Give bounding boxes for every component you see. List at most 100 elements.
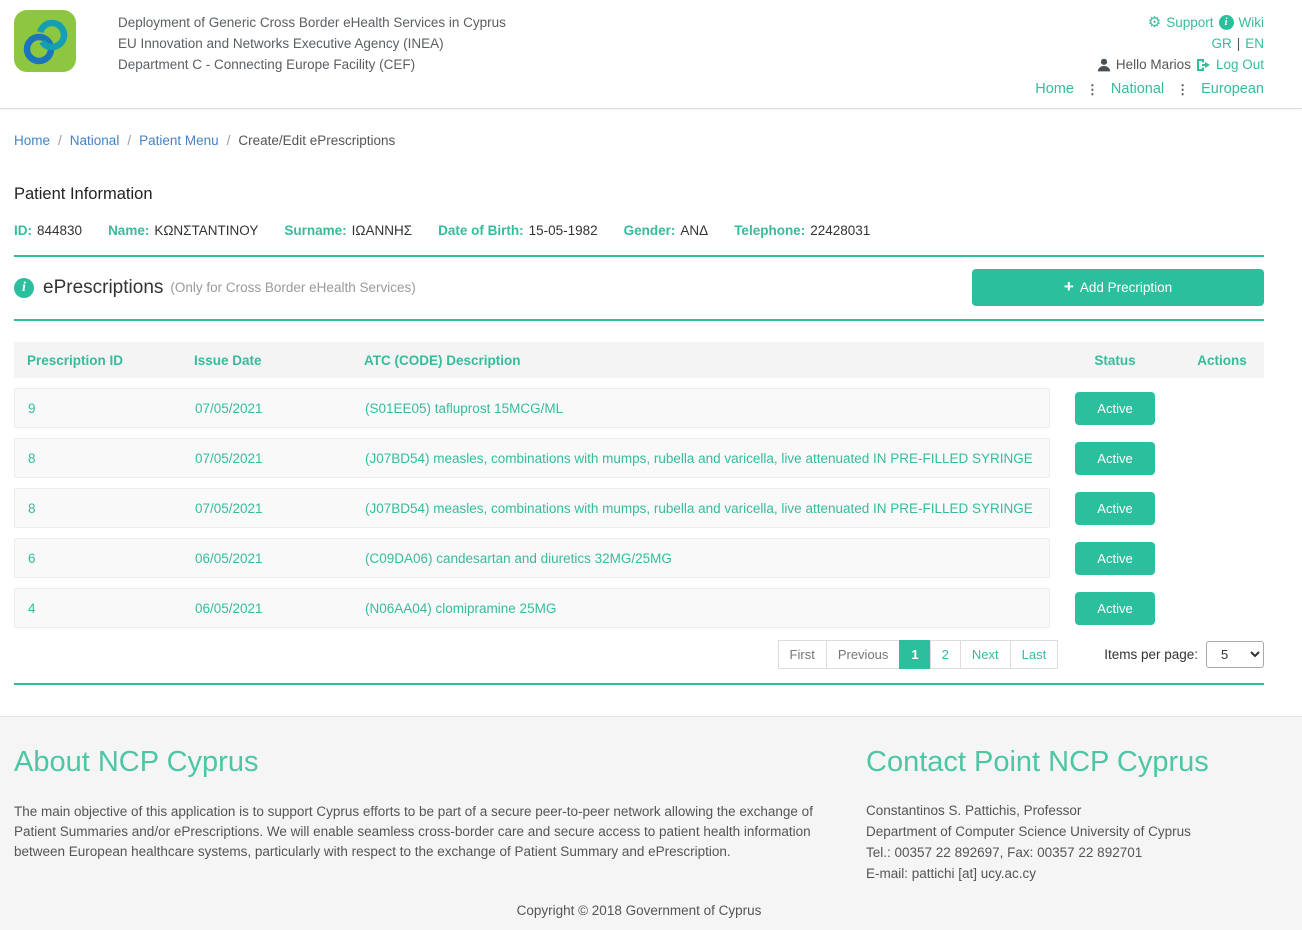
cell-status: Active	[1050, 392, 1180, 425]
breadcrumb-separator: /	[127, 133, 131, 148]
cell-issue-date: 06/05/2021	[195, 551, 365, 566]
org-line-2: EU Innovation and Networks Executive Age…	[118, 33, 506, 54]
patient-field-gender: Gender: ΑΝΔ	[624, 223, 709, 238]
status-button[interactable]: Active	[1075, 542, 1155, 575]
nav-national-link[interactable]: National	[1111, 79, 1164, 100]
table-row-main: 9 07/05/2021 (S01EE05) tafluprost 15MCG/…	[14, 388, 1050, 428]
org-line-3: Department C - Connecting Europe Facilit…	[118, 54, 506, 75]
eprescriptions-title: ePrescriptions	[43, 277, 163, 299]
breadcrumb-national[interactable]: National	[70, 133, 120, 148]
pagination-previous-button[interactable]: Previous	[826, 640, 901, 669]
contact-line-department: Department of Computer Science Universit…	[866, 821, 1264, 842]
vertical-dots-icon: ⋮	[1176, 79, 1189, 100]
field-value: ΑΝΔ	[680, 223, 708, 238]
items-per-page-select[interactable]: 5	[1206, 641, 1264, 668]
status-button[interactable]: Active	[1075, 492, 1155, 525]
cell-prescription-id: 8	[15, 501, 195, 516]
logout-link[interactable]: Log Out	[1216, 54, 1264, 75]
ncp-cyprus-logo	[14, 10, 76, 72]
nav-european-link[interactable]: European	[1201, 79, 1264, 100]
support-link[interactable]: Support	[1166, 12, 1213, 33]
language-switch: GR | EN	[1035, 33, 1264, 54]
cell-description: (J07BD54) measles, combinations with mum…	[365, 501, 1049, 516]
about-text: The main objective of this application i…	[14, 802, 822, 862]
table-row: 9 07/05/2021 (S01EE05) tafluprost 15MCG/…	[14, 388, 1264, 428]
org-title-block: Deployment of Generic Cross Border eHeal…	[118, 10, 506, 75]
contact-block: Constantinos S. Pattichis, Professor Dep…	[866, 800, 1264, 884]
field-value: 15-05-1982	[529, 223, 598, 238]
column-header-prescription-id: Prescription ID	[14, 353, 194, 368]
status-button[interactable]: Active	[1075, 442, 1155, 475]
cell-prescription-id: 8	[15, 451, 195, 466]
cell-description: (S01EE05) tafluprost 15MCG/ML	[365, 401, 1049, 416]
status-button[interactable]: Active	[1075, 392, 1155, 425]
field-label: Date of Birth:	[438, 223, 524, 238]
lang-gr-link[interactable]: GR	[1211, 33, 1231, 54]
table-row: 4 06/05/2021 (N06AA04) clomipramine 25MG…	[14, 588, 1264, 628]
pagination-next-button[interactable]: Next	[960, 640, 1011, 669]
table-row-main: 8 07/05/2021 (J07BD54) measles, combinat…	[14, 488, 1050, 528]
field-label: Gender:	[624, 223, 676, 238]
column-header-atc-description: ATC (CODE) Description	[364, 353, 1050, 368]
cell-status: Active	[1050, 492, 1180, 525]
footer-contact: Contact Point NCP Cyprus Constantinos S.…	[866, 731, 1264, 884]
logout-icon	[1196, 58, 1211, 72]
contact-line-person: Constantinos S. Pattichis, Professor	[866, 800, 1264, 821]
field-label: Telephone:	[734, 223, 805, 238]
contact-title: Contact Point NCP Cyprus	[866, 746, 1264, 779]
pagination-last-button[interactable]: Last	[1010, 640, 1059, 669]
gear-icon: ⚙	[1148, 15, 1161, 30]
info-icon: i	[1219, 15, 1234, 30]
pagination-page-1-button[interactable]: 1	[899, 640, 930, 669]
field-value: 844830	[37, 223, 82, 238]
cell-prescription-id: 4	[15, 601, 195, 616]
field-value: ΚΩΝΣΤΑΝΤΙΝΟΥ	[154, 223, 258, 238]
patient-field-surname: Surname: ΙΩΑΝΝΗΣ	[284, 223, 412, 238]
cell-status: Active	[1050, 592, 1180, 625]
cell-issue-date: 06/05/2021	[195, 601, 365, 616]
header-utility-links: ⚙ Support i Wiki GR | EN Hello Marios Lo…	[1035, 10, 1264, 100]
patient-field-id: ID: 844830	[14, 223, 82, 238]
cell-issue-date: 07/05/2021	[195, 501, 365, 516]
breadcrumb-home[interactable]: Home	[14, 133, 50, 148]
user-line: Hello Marios Log Out	[1035, 54, 1264, 75]
logo-icon	[14, 10, 76, 72]
field-label: ID:	[14, 223, 32, 238]
nav-home-link[interactable]: Home	[1035, 79, 1074, 100]
cell-status: Active	[1050, 442, 1180, 475]
top-nav: Home ⋮ National ⋮ European	[1035, 79, 1264, 100]
table-row: 6 06/05/2021 (C09DA06) candesartan and d…	[14, 538, 1264, 578]
add-prescription-label: Add Precription	[1080, 280, 1172, 295]
patient-field-name: Name: ΚΩΝΣΤΑΝΤΙΝΟΥ	[108, 223, 258, 238]
prescriptions-table: Prescription ID Issue Date ATC (CODE) De…	[14, 342, 1264, 628]
field-value: ΙΩΑΝΝΗΣ	[352, 223, 412, 238]
column-header-status: Status	[1050, 353, 1180, 368]
main-content: Home / National / Patient Menu / Create/…	[0, 109, 1302, 685]
wiki-link[interactable]: Wiki	[1239, 12, 1265, 33]
contact-line-email: E-mail: pattichi [at] ucy.ac.cy	[866, 863, 1264, 884]
table-row-main: 4 06/05/2021 (N06AA04) clomipramine 25MG	[14, 588, 1050, 628]
pagination-controls: First Previous 1 2 Next Last	[779, 640, 1059, 669]
pagination-page-2-button[interactable]: 2	[930, 640, 961, 669]
status-button[interactable]: Active	[1075, 592, 1155, 625]
lang-en-link[interactable]: EN	[1245, 33, 1264, 54]
pagination-first-button[interactable]: First	[778, 640, 827, 669]
patient-info-title: Patient Information	[14, 185, 1264, 204]
breadcrumb-separator: /	[58, 133, 62, 148]
footer-about: About NCP Cyprus The main objective of t…	[14, 731, 822, 884]
breadcrumb-separator: /	[227, 133, 231, 148]
copyright-notice: Copyright © 2018 Government of Cyprus	[14, 903, 1264, 918]
breadcrumb-patient-menu[interactable]: Patient Menu	[139, 133, 219, 148]
add-prescription-button[interactable]: + Add Precription	[972, 269, 1264, 306]
lang-divider: |	[1237, 33, 1241, 54]
items-per-page-label: Items per page:	[1104, 647, 1198, 662]
table-header-main: Prescription ID Issue Date ATC (CODE) De…	[14, 353, 1050, 368]
patient-info-fields: ID: 844830 Name: ΚΩΝΣΤΑΝΤΙΝΟΥ Surname: Ι…	[14, 223, 1264, 238]
pagination-row: First Previous 1 2 Next Last Items per p…	[14, 640, 1264, 669]
eprescriptions-subtitle: (Only for Cross Border eHealth Services)	[170, 280, 415, 295]
table-row-main: 8 07/05/2021 (J07BD54) measles, combinat…	[14, 438, 1050, 478]
cell-description: (N06AA04) clomipramine 25MG	[365, 601, 1049, 616]
breadcrumb-current: Create/Edit ePrescriptions	[238, 133, 395, 148]
field-label: Surname:	[284, 223, 346, 238]
about-title: About NCP Cyprus	[14, 746, 822, 779]
